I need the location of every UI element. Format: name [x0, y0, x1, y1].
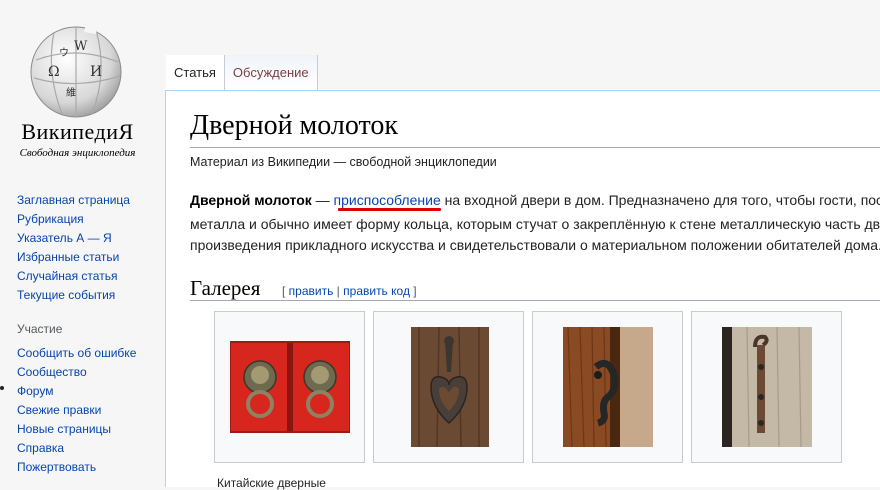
nav-item-main-page[interactable]: Заглавная страница: [17, 191, 130, 210]
svg-text:И: И: [90, 64, 102, 80]
nav-item-featured[interactable]: Избранные статьи: [17, 248, 130, 267]
nav-link[interactable]: Пожертвовать: [17, 460, 96, 474]
edit-source-link[interactable]: править код: [343, 284, 410, 298]
nav-item-categories[interactable]: Рубрикация: [17, 210, 130, 229]
wikipedia-wordmark: ВикипедиЯ: [21, 119, 134, 144]
participation-navigation: Сообщить об ошибке Сообщество Форум Свеж…: [17, 344, 136, 477]
site-subtitle: Материал из Википедии — свободной энцикл…: [190, 155, 497, 169]
article-term: Дверной молоток: [190, 192, 312, 208]
nav-item-current-events[interactable]: Текущие события: [17, 286, 130, 305]
nav-item-help[interactable]: Справка: [17, 439, 136, 458]
paragraph-text: на входной двери в дом. Предназначено дл…: [440, 192, 880, 208]
nav-item-forum[interactable]: Форум: [17, 382, 136, 401]
gallery-caption: Китайские дверные: [217, 476, 326, 490]
link-device[interactable]: приспособление: [334, 192, 441, 208]
wikipedia-tagline: Свободная энциклопедия: [19, 147, 136, 159]
page-title: Дверной молоток: [190, 110, 398, 141]
nav-link[interactable]: Свежие правки: [17, 403, 101, 417]
chinese-door-knockers-thumbnail[interactable]: [230, 327, 350, 447]
section-edit-links: [ править | править код ]: [282, 284, 417, 298]
cursor-dot: [0, 386, 4, 390]
text-dash: —: [311, 192, 334, 208]
dragon-door-knocker-thumbnail[interactable]: [548, 327, 668, 447]
red-underline-annotation: [338, 208, 441, 211]
svg-text:W: W: [74, 39, 88, 54]
section-divider: [190, 300, 880, 301]
svg-text:維: 維: [66, 86, 76, 99]
nav-link[interactable]: Рубрикация: [17, 212, 84, 226]
nav-item-donate[interactable]: Пожертвовать: [17, 458, 136, 477]
heart-door-knocker-thumbnail[interactable]: [389, 327, 509, 447]
namespace-tabs: Статья Обсуждение: [166, 55, 318, 91]
nav-link[interactable]: Новые страницы: [17, 422, 111, 436]
nav-link[interactable]: Заглавная страница: [17, 193, 130, 207]
nav-link[interactable]: Сообщить об ошибке: [17, 346, 136, 360]
svg-text:Ω: Ω: [48, 64, 60, 80]
nav-item-community[interactable]: Сообщество: [17, 363, 136, 382]
nav-item-report-error[interactable]: Сообщить об ошибке: [17, 344, 136, 363]
bracket-open: [: [282, 284, 289, 298]
hinge-door-knocker-thumbnail[interactable]: [707, 327, 827, 447]
svg-text:ウ: ウ: [59, 47, 69, 59]
bracket-close: ]: [409, 284, 417, 298]
wikipedia-logo[interactable]: W Ω И 維 ウ ВикипедиЯ Свободная энциклопед…: [0, 0, 160, 170]
gallery-item[interactable]: [214, 311, 365, 463]
nav-item-recent-changes[interactable]: Свежие правки: [17, 401, 136, 420]
nav-link[interactable]: Указатель А — Я: [17, 231, 112, 245]
nav-link[interactable]: Сообщество: [17, 365, 87, 379]
nav-section-heading-participation: Участие: [17, 322, 63, 336]
nav-link[interactable]: Форум: [17, 384, 53, 398]
gallery-item[interactable]: [691, 311, 842, 463]
nav-link[interactable]: Текущие события: [17, 288, 115, 302]
nav-item-index[interactable]: Указатель А — Я: [17, 229, 130, 248]
gallery-item[interactable]: [373, 311, 524, 463]
paragraph-line-1: Дверной молоток — приспособление на вход…: [190, 188, 880, 212]
gallery-item[interactable]: [532, 311, 683, 463]
wikipedia-globe-icon: W Ω И 維 ウ: [30, 24, 122, 118]
nav-item-random[interactable]: Случайная статья: [17, 267, 130, 286]
separator: |: [333, 284, 344, 298]
edit-link[interactable]: править: [289, 284, 334, 298]
nav-item-new-pages[interactable]: Новые страницы: [17, 420, 136, 439]
tab-article[interactable]: Статья: [166, 55, 225, 91]
main-navigation: Заглавная страница Рубрикация Указатель …: [17, 191, 130, 305]
nav-link[interactable]: Избранные статьи: [17, 250, 119, 264]
section-heading-gallery: Галерея: [190, 276, 261, 300]
tab-talk[interactable]: Обсуждение: [224, 55, 318, 91]
paragraph-line-3: произведения прикладного искусства и сви…: [190, 237, 880, 253]
title-divider: [190, 147, 880, 148]
nav-link[interactable]: Справка: [17, 441, 64, 455]
nav-link[interactable]: Случайная статья: [17, 269, 117, 283]
